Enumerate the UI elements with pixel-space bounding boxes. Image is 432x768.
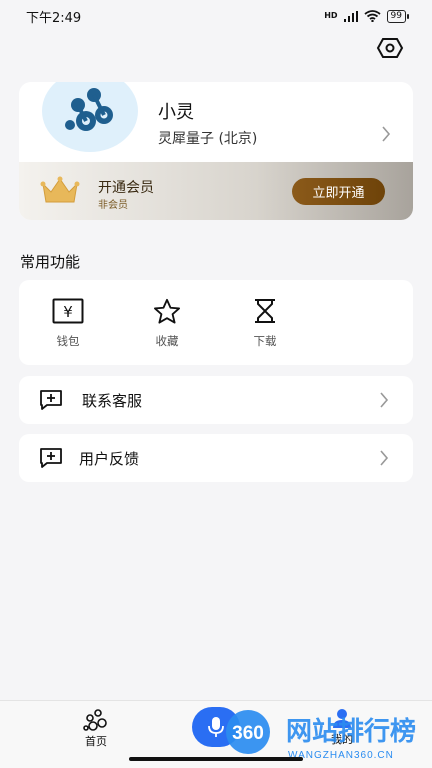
list-item-contact-service[interactable]: 联系客服	[19, 376, 413, 424]
section-title: 常用功能	[20, 253, 81, 271]
tab-home-label: 首页	[85, 735, 107, 748]
vip-banner: 开通会员 非会员 立即开通	[19, 162, 413, 220]
status-time: 下午2:49	[26, 10, 82, 26]
settings-button[interactable]	[374, 35, 406, 61]
status-icons: HD 99	[324, 9, 410, 23]
message-plus-icon	[39, 389, 63, 415]
signal-icon	[343, 10, 358, 22]
watermark-brand: 360	[232, 723, 264, 744]
avatar	[42, 82, 138, 152]
wallet-label: 钱包	[56, 334, 80, 348]
wallet-button[interactable]: ¥ 钱包	[38, 298, 98, 349]
settings-icon	[376, 38, 404, 58]
app-logo-icon	[65, 88, 113, 131]
home-indicator	[129, 757, 303, 761]
chevron-right-icon	[379, 450, 389, 470]
profile-name: 小灵	[158, 102, 194, 123]
profile-card[interactable]: 小灵 灵犀量子 (北京) 开通会员 非会员 立即开通	[19, 82, 413, 220]
download-button[interactable]: 下载	[235, 298, 295, 349]
message-plus-icon	[39, 447, 63, 473]
tab-home[interactable]: 首页	[76, 709, 116, 749]
vip-title: 开通会员	[98, 180, 154, 196]
open-vip-button[interactable]: 立即开通	[292, 178, 385, 205]
chevron-right-icon	[379, 392, 389, 412]
profile-org: 灵犀量子 (北京)	[158, 131, 258, 147]
favorites-label: 收藏	[155, 334, 179, 348]
watermark-title: 网站排行榜	[286, 716, 416, 747]
microphone-icon	[208, 717, 224, 737]
vip-status: 非会员	[98, 200, 128, 211]
home-logo-icon	[83, 709, 107, 731]
battery-indicator: 99	[386, 9, 410, 23]
favorites-button[interactable]: 收藏	[137, 298, 197, 349]
crown-icon	[40, 176, 80, 210]
function-card: ¥ 钱包 收藏 下载	[19, 280, 413, 365]
watermark-url: WANGZHAN360.CN	[288, 750, 394, 761]
list-item-feedback[interactable]: 用户反馈	[19, 434, 413, 482]
list-item-label: 联系客服	[82, 392, 143, 410]
svg-text:¥: ¥	[63, 303, 73, 321]
download-label: 下载	[253, 334, 277, 348]
status-bar: 下午2:49 HD 99	[0, 0, 432, 32]
download-icon	[255, 299, 275, 323]
wifi-icon	[363, 10, 381, 22]
star-icon	[154, 298, 180, 324]
network-type: HD	[324, 11, 338, 20]
list-item-label: 用户反馈	[79, 450, 140, 468]
wallet-icon: ¥	[52, 298, 84, 324]
chevron-right-icon	[381, 126, 391, 146]
